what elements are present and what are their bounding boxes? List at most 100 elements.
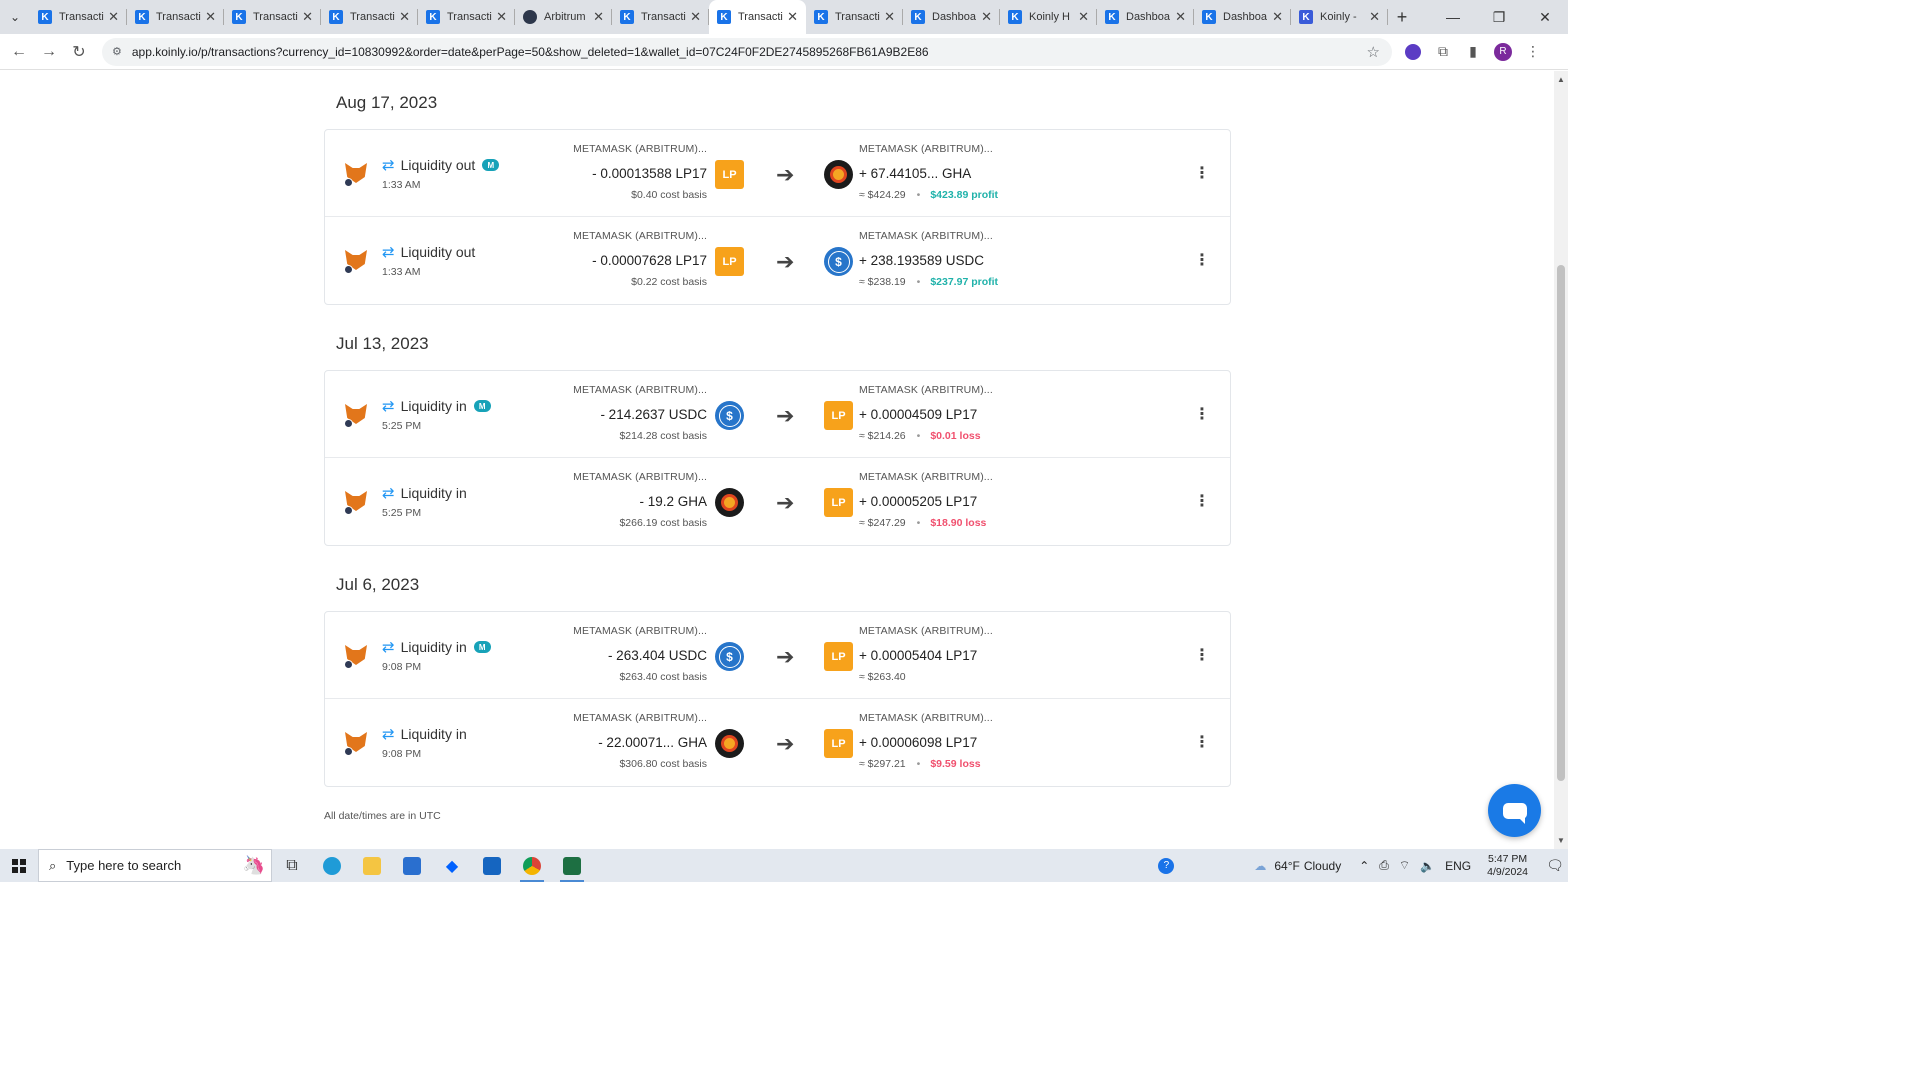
start-button[interactable]: [0, 849, 38, 882]
excel-icon[interactable]: [552, 849, 592, 882]
outgoing-amount: - 19.2 GHA: [639, 494, 707, 509]
search-highlight-icon: 🦄: [242, 855, 265, 875]
more-options-icon[interactable]: ⋮: [1194, 250, 1210, 270]
koinly-favicon-icon: K: [232, 10, 246, 24]
incoming-wallet-name[interactable]: METAMASK (ARBITRUM)...: [859, 712, 993, 724]
browser-tab[interactable]: K Transacti ✕: [321, 0, 418, 34]
scrollbar-thumb[interactable]: [1557, 265, 1565, 781]
mail-icon[interactable]: [472, 849, 512, 882]
file-explorer-icon[interactable]: [352, 849, 392, 882]
chrome-icon[interactable]: [512, 849, 552, 882]
tab-close-icon[interactable]: ✕: [399, 9, 410, 25]
more-options-icon[interactable]: ⋮: [1194, 732, 1210, 752]
outgoing-coin: LP: [715, 247, 744, 276]
browser-tab[interactable]: K Koinly - ✕: [1291, 0, 1388, 34]
tab-close-icon[interactable]: ✕: [302, 9, 313, 25]
tab-close-icon[interactable]: ✕: [496, 9, 507, 25]
clock[interactable]: 5:47 PM 4/9/2024: [1487, 853, 1528, 879]
wifi-icon[interactable]: ⌔: [1399, 858, 1410, 873]
tab-close-icon[interactable]: ✕: [787, 9, 798, 25]
tab-close-icon[interactable]: ✕: [108, 9, 119, 25]
browser-tab[interactable]: K Dashboa ✕: [903, 0, 1000, 34]
tab-close-icon[interactable]: ✕: [205, 9, 216, 25]
browser-tab[interactable]: K Dashboa ✕: [1194, 0, 1291, 34]
browser-tab[interactable]: K Transacti ✕: [806, 0, 903, 34]
transaction-row[interactable]: ⇄ Liquidity in M 9:08 PM METAMASK (ARBITRUM)…: [325, 612, 1230, 699]
url-text[interactable]: app.koinly.io/p/transactions?currency_id…: [132, 45, 1367, 59]
incoming-value-line: ≈ $297.21 • $9.59 loss: [859, 758, 993, 770]
close-window-icon[interactable]: ✕: [1522, 9, 1568, 26]
help-icon[interactable]: ?: [1158, 857, 1175, 874]
tab-close-icon[interactable]: ✕: [1369, 9, 1380, 25]
reload-icon[interactable]: ↻: [64, 42, 94, 62]
outgoing-wallet-name[interactable]: METAMASK (ARBITRUM)...: [573, 143, 707, 155]
tray-overflow-icon[interactable]: ⌃: [1359, 859, 1369, 873]
more-options-icon[interactable]: ⋮: [1194, 404, 1210, 424]
gha-token-icon: [715, 488, 744, 517]
browser-tab[interactable]: K Transacti ✕: [30, 0, 127, 34]
tab-close-icon[interactable]: ✕: [1078, 9, 1089, 25]
browser-tab[interactable]: K Dashboa ✕: [1097, 0, 1194, 34]
incoming-wallet-name[interactable]: METAMASK (ARBITRUM)...: [859, 230, 998, 242]
incoming-wallet-name[interactable]: METAMASK (ARBITRUM)...: [859, 471, 993, 483]
incoming-wallet-name[interactable]: METAMASK (ARBITRUM)...: [859, 625, 993, 637]
side-panel-icon[interactable]: ▮: [1458, 43, 1488, 60]
forward-icon[interactable]: →: [34, 43, 64, 61]
more-options-icon[interactable]: ⋮: [1194, 491, 1210, 511]
incoming-wallet-name[interactable]: METAMASK (ARBITRUM)...: [859, 384, 993, 396]
usdc-token-icon: $: [824, 247, 853, 276]
incoming-wallet-name[interactable]: METAMASK (ARBITRUM)...: [859, 143, 998, 155]
site-info-icon[interactable]: ⚙: [112, 45, 122, 58]
language-indicator[interactable]: ENG: [1445, 859, 1471, 873]
taskbar-search[interactable]: ⌕ Type here to search 🦄: [38, 849, 272, 882]
browser-tab[interactable]: K Transacti ✕: [127, 0, 224, 34]
new-tab-button[interactable]: +: [1388, 7, 1416, 28]
tab-close-icon[interactable]: ✕: [1175, 9, 1186, 25]
browser-tab[interactable]: K Koinly H ✕: [1000, 0, 1097, 34]
browser-tab[interactable]: Arbitrum ✕: [515, 0, 612, 34]
outgoing-wallet-name[interactable]: METAMASK (ARBITRUM)...: [573, 625, 707, 637]
browser-tab[interactable]: K Transacti ✕: [612, 0, 709, 34]
tab-close-icon[interactable]: ✕: [884, 9, 895, 25]
store-icon[interactable]: [392, 849, 432, 882]
edge-icon[interactable]: [312, 849, 352, 882]
tab-close-icon[interactable]: ✕: [690, 9, 701, 25]
browser-tab[interactable]: K Transacti ✕: [418, 0, 515, 34]
outgoing-wallet-name[interactable]: METAMASK (ARBITRUM)...: [573, 471, 707, 483]
tab-close-icon[interactable]: ✕: [1272, 9, 1283, 25]
browser-menu-icon[interactable]: ⋮: [1518, 43, 1548, 60]
tab-search-dropdown-icon[interactable]: ⌄: [0, 0, 30, 34]
more-options-icon[interactable]: ⋮: [1194, 163, 1210, 183]
back-icon[interactable]: ←: [4, 43, 34, 61]
transaction-row[interactable]: ⇄ Liquidity in M 5:25 PM METAMASK (ARBITRUM)…: [325, 371, 1230, 458]
extension-icon[interactable]: [1398, 43, 1428, 60]
bookmark-star-icon[interactable]: ☆: [1367, 43, 1380, 61]
outgoing-wallet-name[interactable]: METAMASK (ARBITRUM)...: [573, 230, 707, 242]
more-options-icon[interactable]: ⋮: [1194, 645, 1210, 665]
scroll-up-icon[interactable]: ▲: [1554, 75, 1568, 84]
notification-center-icon[interactable]: 🗨: [1542, 857, 1568, 874]
transaction-row[interactable]: ⇄ Liquidity in 9:08 PM METAMASK (ARBITRUM).…: [325, 699, 1230, 786]
meet-now-icon[interactable]: ⎙: [1379, 858, 1389, 873]
browser-tab[interactable]: K Transacti ✕: [709, 0, 806, 34]
volume-icon[interactable]: 🔈: [1420, 859, 1435, 873]
extensions-puzzle-icon[interactable]: ⧉: [1428, 43, 1458, 60]
transaction-row[interactable]: ⇄ Liquidity out M 1:33 AM METAMASK (ARBITRUM…: [325, 130, 1230, 217]
transaction-row[interactable]: ⇄ Liquidity in 5:25 PM METAMASK (ARBITRUM).…: [325, 458, 1230, 545]
restore-icon[interactable]: ❐: [1476, 9, 1522, 26]
task-view-icon[interactable]: ⧉: [272, 849, 312, 882]
page-scrollbar[interactable]: ▲ ▼: [1554, 71, 1568, 849]
minimize-icon[interactable]: —: [1430, 9, 1476, 26]
address-bar[interactable]: ⚙ app.koinly.io/p/transactions?currency_…: [102, 37, 1392, 66]
outgoing-wallet-name[interactable]: METAMASK (ARBITRUM)...: [573, 712, 707, 724]
transaction-row[interactable]: ⇄ Liquidity out 1:33 AM METAMASK (ARBITRUM)…: [325, 217, 1230, 304]
tab-close-icon[interactable]: ✕: [981, 9, 992, 25]
dropbox-icon[interactable]: ◆: [432, 849, 472, 882]
scroll-down-icon[interactable]: ▼: [1554, 836, 1568, 845]
tab-close-icon[interactable]: ✕: [593, 9, 604, 25]
koinly-favicon-icon: K: [426, 10, 440, 24]
profile-button[interactable]: R: [1488, 42, 1518, 61]
browser-tab[interactable]: K Transacti ✕: [224, 0, 321, 34]
outgoing-wallet-name[interactable]: METAMASK (ARBITRUM)...: [573, 384, 707, 396]
chat-support-button[interactable]: [1488, 784, 1541, 837]
